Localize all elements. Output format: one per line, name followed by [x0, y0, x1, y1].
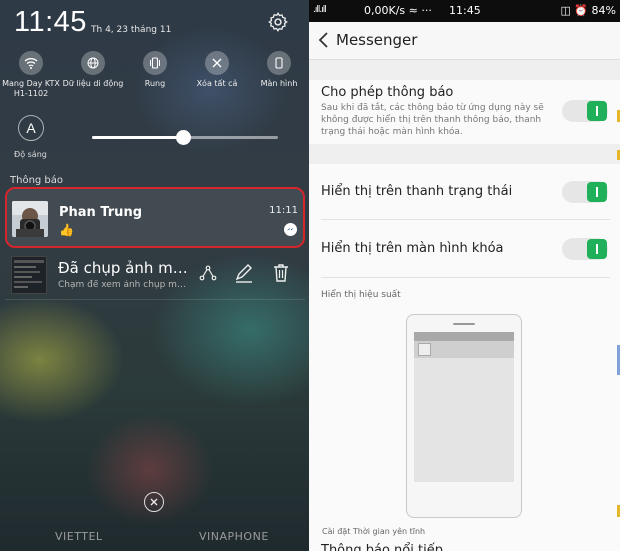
qs-screen[interactable]: Màn hình — [248, 51, 309, 89]
performance-section: Hiển thị hiệu suất Cài đặt Thời gian yên… — [309, 282, 620, 551]
preview-notification-icon — [418, 343, 431, 356]
lock-screen-option-title: Hiển thị trên màn hình khóa — [321, 241, 504, 256]
app-bar: Messenger — [309, 22, 620, 60]
status-time: 11:45 — [449, 4, 481, 17]
date-label: Th 4, 23 tháng 11 — [91, 25, 172, 35]
close-icon — [150, 498, 158, 506]
clock: 11:45 — [14, 6, 87, 38]
carrier-1: VIETTEL — [55, 530, 103, 543]
share-icon[interactable] — [197, 262, 219, 284]
toggle-on-indicator — [587, 182, 607, 202]
status-bar: .ıll.ıll 0,00K/s ≈ ··· 11:45 ◫ ⏰ 84% — [309, 0, 620, 22]
divider — [321, 219, 610, 220]
screen-icon — [267, 51, 291, 75]
allow-notifications-section: Cho phép thông báo Sau khi đã tắt, các t… — [309, 80, 620, 144]
divider — [321, 277, 610, 278]
qs-clear-all-label: Xóa tất cả — [196, 79, 238, 88]
network-speed: 0,00K/s ≈ ··· — [364, 4, 432, 17]
toggle-on-indicator — [587, 101, 607, 121]
vibrate-icon — [143, 51, 167, 75]
auto-brightness-button[interactable]: A — [18, 115, 44, 141]
qs-mobile-data-label: Dữ liệu di động — [62, 79, 124, 88]
brightness-slider-knob[interactable] — [176, 130, 192, 145]
preview-status-bar — [414, 332, 514, 341]
quick-settings: Mang Day KTX H1-1102 Dữ liệu di động Run… — [0, 51, 309, 101]
screenshot-title: Đã chụp ảnh màn hình — [58, 259, 190, 277]
allow-notifications-toggle[interactable] — [562, 100, 608, 122]
phone-speaker — [453, 323, 475, 325]
globe-icon — [81, 51, 105, 75]
screenshot-subtitle: Chạm để xem ảnh chụp màn hình — [58, 280, 190, 290]
messenger-notification[interactable]: Phan Trung 👍 11:11 — [5, 187, 305, 248]
qs-wifi[interactable]: Mang Day KTX H1-1102 — [0, 51, 62, 99]
lock-screen-toggle[interactable] — [562, 238, 608, 260]
message-preview: 👍 — [59, 223, 74, 237]
floating-notification-label: Thông báo nổi tiếp — [321, 543, 443, 551]
performance-label: Hiển thị hiệu suất — [321, 290, 401, 300]
toggle-on-indicator — [587, 239, 607, 259]
display-options-section: Hiển thị trên thanh trạng thái Hiển thị … — [309, 164, 620, 282]
phone-screen — [414, 332, 514, 482]
page-title: Messenger — [336, 31, 418, 49]
notification-time: 11:11 — [269, 205, 298, 216]
brightness-label: Độ sáng — [14, 150, 47, 159]
sender-name: Phan Trung — [59, 205, 143, 220]
messenger-notification-settings: .ıll.ıll 0,00K/s ≈ ··· 11:45 ◫ ⏰ 84% Mes… — [309, 0, 620, 551]
trash-icon[interactable] — [270, 262, 292, 284]
status-bar-toggle[interactable] — [562, 181, 608, 203]
allow-notifications-title: Cho phép thông báo — [321, 85, 454, 100]
notifications-header: Thông báo — [10, 175, 64, 186]
qs-mobile-data[interactable]: Dữ liệu di động — [62, 51, 124, 89]
screenshot-notification[interactable]: Đã chụp ảnh màn hình Chạm để xem ảnh chụ… — [5, 254, 305, 300]
section-gap — [309, 144, 620, 164]
qs-clear-all[interactable]: Xóa tất cả — [186, 51, 248, 89]
clear-all-button[interactable] — [144, 492, 164, 512]
gear-icon[interactable] — [267, 11, 289, 33]
avatar — [12, 201, 48, 237]
signal-icon: .ıll.ıll — [313, 5, 327, 15]
allow-notifications-description: Sau khi đã tắt, các thông báo từ ứng dụn… — [321, 103, 544, 137]
qs-vibrate-label: Rung — [144, 79, 166, 88]
notification-shade: 11:45 Th 4, 23 tháng 11 Mang Day KTX H1-… — [0, 0, 309, 551]
brightness-slider-fill — [92, 136, 184, 139]
quiet-time-label[interactable]: Cài đặt Thời gian yên tĩnh — [322, 527, 425, 536]
messenger-icon — [284, 223, 297, 236]
qs-wifi-label: Mang Day KTX H1-1102 — [2, 79, 60, 98]
section-gap — [309, 60, 620, 80]
battery-status: ◫ ⏰ 84% — [560, 4, 616, 17]
close-icon — [205, 51, 229, 75]
qs-vibrate[interactable]: Rung — [124, 51, 186, 89]
phone-preview-illustration — [406, 314, 522, 518]
edit-icon[interactable] — [233, 262, 255, 284]
back-arrow-icon[interactable] — [317, 31, 331, 49]
brightness-slider[interactable] — [92, 130, 278, 145]
wifi-icon — [19, 51, 43, 75]
qs-screen-label: Màn hình — [260, 79, 298, 88]
preview-notification — [414, 341, 514, 358]
carrier-2: VINAPHONE — [199, 530, 269, 543]
screenshot-thumbnail — [11, 256, 47, 294]
status-bar-option-title: Hiển thị trên thanh trạng thái — [321, 184, 513, 199]
